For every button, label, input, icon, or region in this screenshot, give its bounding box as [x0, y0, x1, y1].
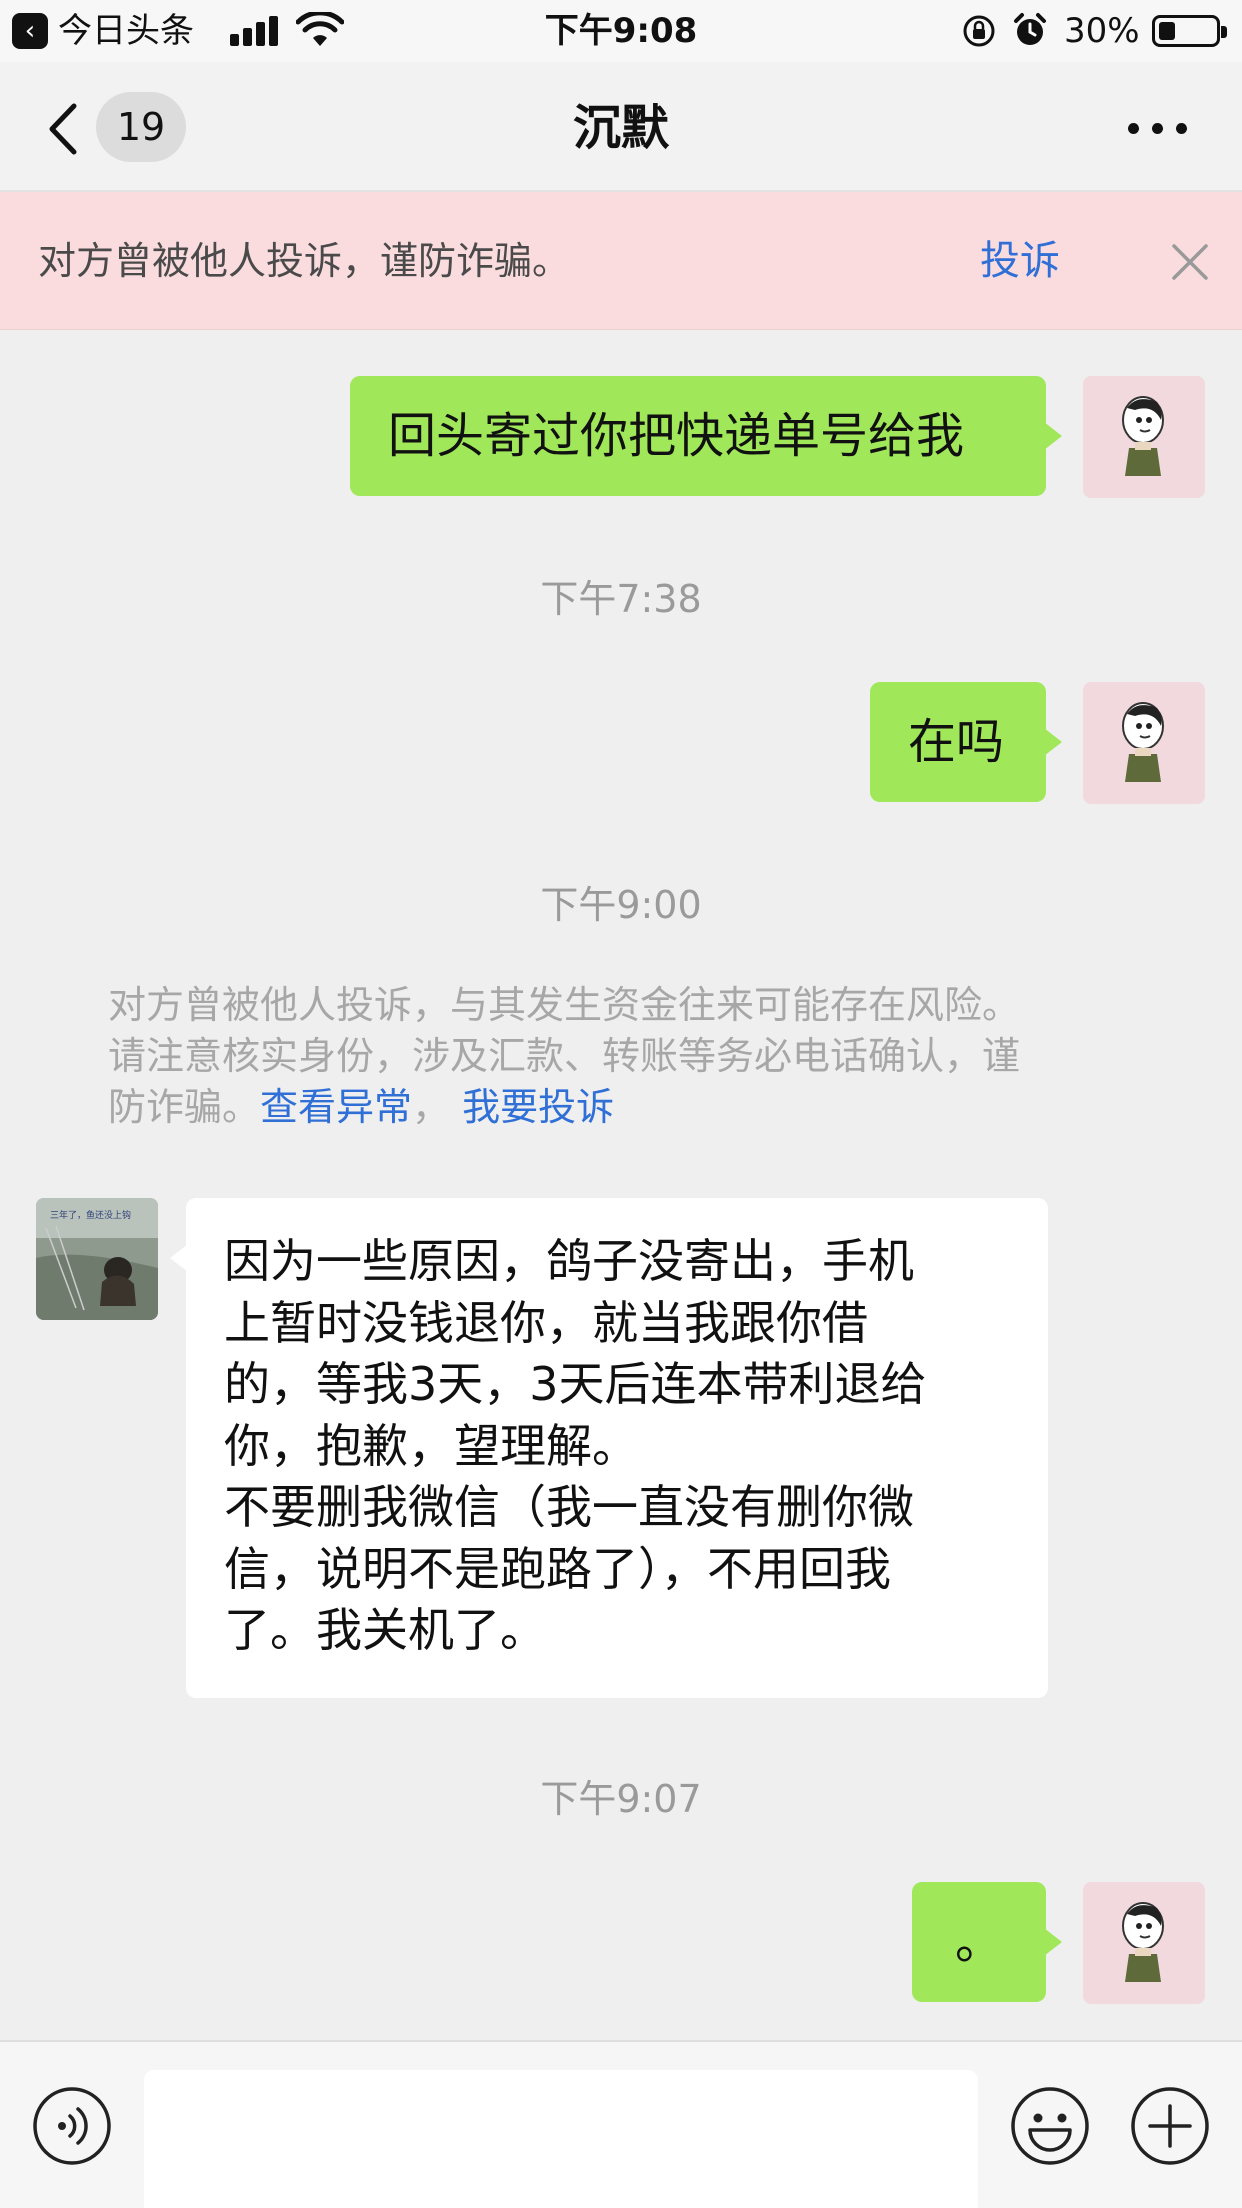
more-icon[interactable] — [1126, 112, 1190, 142]
orientation-lock-icon — [963, 15, 995, 47]
notice-line: 防诈骗。查看异常， 我要投诉 — [108, 1082, 1148, 1133]
notice-separator: ， — [412, 1085, 451, 1129]
message-line: 因为一些原因，鸽子没寄出，手机 — [224, 1234, 914, 1288]
notice-line: 对方曾被他人投诉，与其发生资金往来可能存在风险。 — [108, 983, 1021, 1027]
timestamp: 下午9:07 — [540, 1777, 702, 1821]
message-line: 你，抱歉，望理解。 — [224, 1418, 638, 1473]
close-icon[interactable] — [1168, 240, 1212, 284]
chat-header: 19 沉默 — [0, 62, 1242, 192]
battery-percent: 30% — [1064, 11, 1140, 51]
message-input[interactable] — [144, 2070, 978, 2208]
message-line: 上暂时没钱退你，就当我跟你借 — [224, 1295, 868, 1350]
cartoon-avatar-icon — [1122, 1902, 1164, 1982]
photo-avatar-icon: 三年了，鱼还没上钩 — [36, 1198, 158, 1320]
battery-icon — [1152, 15, 1227, 47]
message-text: 。 — [954, 1914, 1003, 1970]
chat-title: 沉默 — [572, 100, 669, 156]
my-avatar[interactable] — [1083, 376, 1205, 498]
sent-message-bubble[interactable]: 在吗 — [870, 682, 1062, 802]
sent-message-bubble[interactable]: 。 — [912, 1882, 1062, 2002]
alarm-icon — [1014, 13, 1046, 45]
message-text: 回头寄过你把快递单号给我 — [388, 408, 965, 464]
status-bar: ‹ 今日头条 下午9:08 30% — [0, 0, 1242, 62]
message-line: 了。我关机了。 — [224, 1603, 546, 1657]
notice-text: 防诈骗。 — [108, 1085, 261, 1129]
fraud-warning-banner: 对方曾被他人投诉，谨防诈骗。 投诉 — [0, 192, 1242, 330]
message-text: 在吗 — [908, 714, 1005, 770]
timestamp: 下午7:38 — [540, 577, 702, 621]
avatar-caption: 三年了，鱼还没上钩 — [50, 1209, 131, 1221]
message-line: 不要删我微信（我一直没有删你微 — [224, 1480, 914, 1534]
my-avatar[interactable] — [1083, 1882, 1205, 2004]
unread-count-badge[interactable]: 19 — [96, 92, 186, 162]
notice-line: 请注意核实身份，涉及汇款、转账等务必电话确认，谨 — [108, 1034, 1021, 1078]
contact-avatar[interactable]: 三年了，鱼还没上钩 — [36, 1198, 158, 1320]
emoji-icon[interactable] — [1010, 2086, 1090, 2166]
plus-icon[interactable] — [1130, 2086, 1210, 2166]
cartoon-avatar-icon — [1122, 396, 1164, 476]
system-risk-notice: 对方曾被他人投诉，与其发生资金往来可能存在风险。 请注意核实身份，涉及汇款、转账… — [108, 980, 1148, 1133]
message-line: 的，等我3天，3天后连本带利退给 — [224, 1357, 927, 1411]
my-avatar[interactable] — [1083, 682, 1205, 804]
cartoon-avatar-icon — [1122, 702, 1164, 782]
voice-icon[interactable] — [32, 2086, 112, 2166]
input-toolbar — [0, 2040, 1242, 2208]
view-anomaly-link[interactable]: 查看异常 — [260, 1085, 412, 1129]
message-line: 信，说明不是跑路了），不用回我 — [224, 1541, 891, 1596]
warning-text: 对方曾被他人投诉，谨防诈骗。 — [38, 239, 571, 283]
received-message-bubble[interactable]: 因为一些原因，鸽子没寄出，手机 上暂时没钱退你，就当我跟你借 的，等我3天，3天… — [170, 1198, 1048, 1698]
status-time: 下午9:08 — [544, 11, 698, 51]
timestamp: 下午9:00 — [540, 883, 702, 927]
sent-message-bubble[interactable]: 回头寄过你把快递单号给我 — [350, 376, 1062, 496]
report-link[interactable]: 投诉 — [980, 238, 1060, 284]
back-icon[interactable] — [40, 100, 90, 158]
report-complaint-link[interactable]: 我要投诉 — [462, 1085, 614, 1129]
